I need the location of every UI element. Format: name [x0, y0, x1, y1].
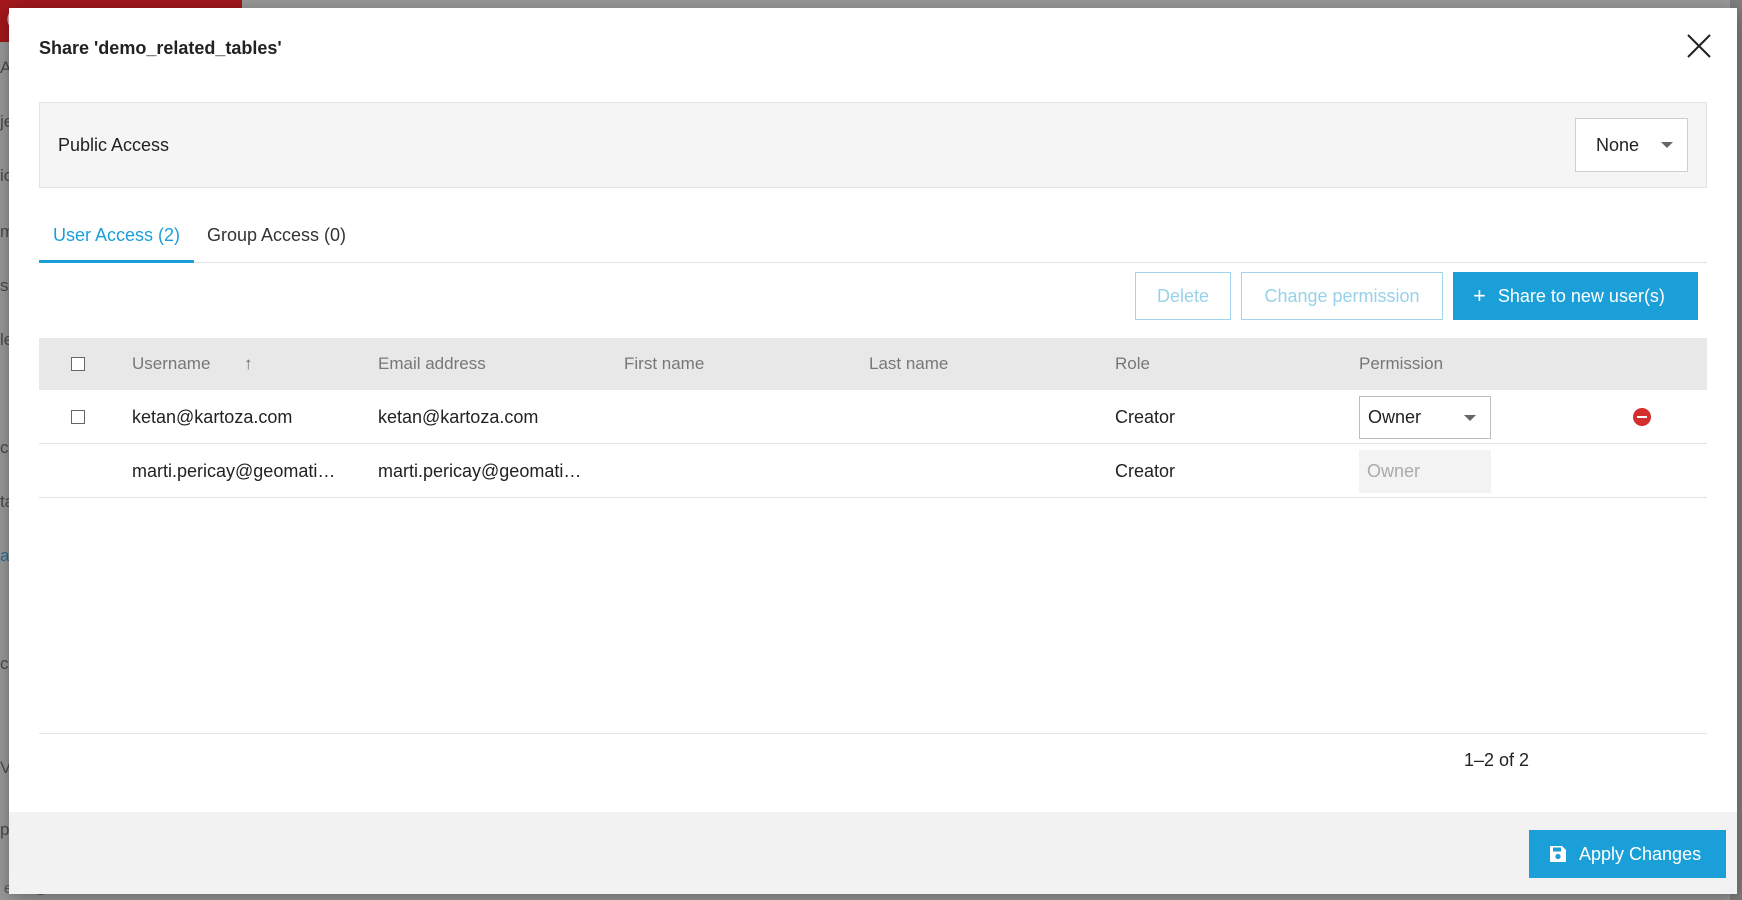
public-access-panel: Public Access None [39, 102, 1707, 188]
table-header: Username ↑ Email address First name Last… [39, 338, 1707, 390]
cell-username: marti.pericay@geomati… [132, 461, 336, 481]
cell-username: ketan@kartoza.com [132, 407, 293, 427]
cell-role: Creator [1115, 461, 1176, 481]
column-header-username[interactable]: Username [132, 354, 210, 374]
row-checkbox[interactable] [71, 410, 85, 424]
apply-changes-button[interactable]: Apply Changes [1529, 830, 1726, 878]
permission-readonly: Owner [1359, 450, 1491, 493]
cell-role: Creator [1115, 407, 1176, 427]
dialog-title: Share 'demo_related_tables' [39, 38, 282, 58]
public-access-select[interactable]: None [1575, 118, 1688, 172]
cell-email: ketan@kartoza.com [378, 407, 539, 427]
pagination-info: 1–2 of 2 [1464, 750, 1530, 770]
close-button[interactable] [1679, 26, 1719, 66]
share-button-label: Share to new user(s) [1497, 285, 1665, 306]
tab-group-access[interactable]: Group Access (0) [193, 213, 360, 263]
public-access-value: None [1596, 134, 1640, 155]
chevron-down-icon [1464, 414, 1476, 421]
close-icon [1687, 34, 1711, 58]
table-row[interactable]: ketan@kartoza.com ketan@kartoza.com Crea… [39, 390, 1707, 444]
table-footer-divider [39, 733, 1707, 734]
delete-button[interactable]: Delete [1135, 272, 1231, 320]
chevron-down-icon [1661, 142, 1673, 148]
column-header-permission[interactable]: Permission [1359, 354, 1443, 374]
share-new-users-button[interactable]: + Share to new user(s) [1453, 272, 1698, 320]
share-dialog: Share 'demo_related_tables' Public Acces… [9, 8, 1737, 894]
user-access-table: Username ↑ Email address First name Last… [39, 338, 1707, 498]
select-all-checkbox[interactable] [71, 357, 85, 371]
column-header-email[interactable]: Email address [378, 354, 486, 374]
cell-email: marti.pericay@geomati… [378, 461, 582, 481]
tab-user-access[interactable]: User Access (2) [39, 213, 195, 263]
sort-ascending-icon[interactable]: ↑ [244, 354, 253, 374]
access-tabs: User Access (2) Group Access (0) [39, 213, 1707, 263]
column-header-last-name[interactable]: Last name [869, 354, 948, 374]
column-header-first-name[interactable]: First name [624, 354, 704, 374]
save-icon [1550, 846, 1566, 862]
apply-button-label: Apply Changes [1579, 843, 1702, 864]
public-access-label: Public Access [58, 135, 170, 155]
permission-value: Owner [1368, 407, 1422, 427]
column-header-role[interactable]: Role [1115, 354, 1150, 374]
remove-user-icon[interactable] [1633, 408, 1651, 426]
change-permission-button[interactable]: Change permission [1241, 272, 1443, 320]
plus-icon: + [1473, 283, 1486, 308]
dialog-footer: Apply Changes [9, 812, 1737, 894]
permission-value: Owner [1367, 461, 1421, 481]
table-row[interactable]: marti.pericay@geomati… marti.pericay@geo… [39, 444, 1707, 498]
permission-select[interactable]: Owner [1359, 396, 1491, 439]
